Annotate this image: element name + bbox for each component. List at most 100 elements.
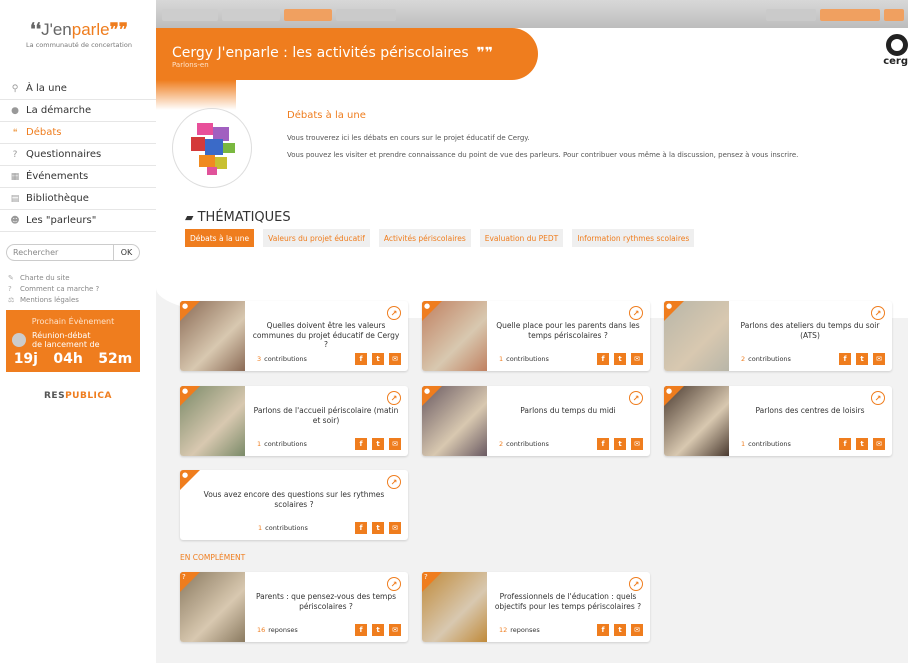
debate-card[interactable]: ● ↗ Vous avez encore des questions sur les… <box>180 470 408 540</box>
main-content: Cergy J'enparle : les activités périscol… <box>156 28 908 663</box>
count-label: reponses <box>510 626 540 634</box>
share-buttons: f t ✉ <box>834 438 885 450</box>
twitter-icon[interactable]: t <box>372 522 384 534</box>
debate-card[interactable]: ● ↗ Parlons du temps du midi 2 contributions… <box>422 386 650 456</box>
email-icon[interactable]: ✉ <box>631 624 643 636</box>
nav-item-parleurs[interactable]: ☻ Les "parleurs" <box>0 210 156 232</box>
debate-card[interactable]: ● ↗ Parlons de l'accueil périscolaire (mat… <box>180 386 408 456</box>
nav-item-bibliotheque[interactable]: ▤ Bibliothèque <box>0 188 156 210</box>
twitter-icon[interactable]: t <box>614 353 626 365</box>
nav-item-questionnaires[interactable]: ? Questionnaires <box>0 144 156 166</box>
facebook-icon[interactable]: f <box>597 624 609 636</box>
tab-information[interactable]: Information rythmes scolaires <box>572 229 695 247</box>
debates-illustration <box>172 108 252 188</box>
pencil-icon: ✎ <box>8 274 14 282</box>
open-arrow-icon[interactable]: ↗ <box>871 306 885 320</box>
tab-debats-a-la-une[interactable]: Débats à la une <box>185 229 255 247</box>
email-icon[interactable]: ✉ <box>631 438 643 450</box>
facebook-icon[interactable]: f <box>355 353 367 365</box>
email-icon[interactable]: ✉ <box>389 522 401 534</box>
debate-card[interactable]: ? ↗ Parents : que pensez-vous des temps pé… <box>180 572 408 642</box>
twitter-icon[interactable]: t <box>372 438 384 450</box>
card-title[interactable]: Parlons des centres de loisirs <box>736 406 884 416</box>
email-icon[interactable]: ✉ <box>873 353 885 365</box>
pin-icon: ⚲ <box>11 83 19 94</box>
search-button[interactable]: OK <box>113 245 139 260</box>
open-arrow-icon[interactable]: ↗ <box>387 391 401 405</box>
share-buttons: f t ✉ <box>592 624 643 636</box>
next-event[interactable]: Prochain Évènement Réunion-débat de lance… <box>6 310 140 372</box>
open-arrow-icon[interactable]: ↗ <box>387 306 401 320</box>
card-count: 16 reponses <box>257 626 298 634</box>
facebook-icon[interactable]: f <box>839 438 851 450</box>
top-bar-item[interactable] <box>820 9 880 21</box>
tab-valeurs[interactable]: Valeurs du projet éducatif <box>263 229 370 247</box>
email-icon[interactable]: ✉ <box>389 438 401 450</box>
twitter-icon[interactable]: t <box>614 438 626 450</box>
tab-evaluation[interactable]: Evaluation du PEDT <box>479 229 564 247</box>
debate-card[interactable]: ? ↗ Professionnels de l'éducation : quels … <box>422 572 650 642</box>
open-arrow-icon[interactable]: ↗ <box>387 577 401 591</box>
facebook-icon[interactable]: f <box>355 624 367 636</box>
chat-icon: ● <box>182 471 189 479</box>
tab-activites[interactable]: Activités périscolaires <box>378 229 471 247</box>
twitter-icon[interactable]: t <box>856 438 868 450</box>
share-buttons: f t ✉ <box>350 522 401 534</box>
debate-card[interactable]: ● ↗ Quelles doivent être les valeurs commu… <box>180 301 408 371</box>
card-title[interactable]: Professionnels de l'éducation : quels ob… <box>494 592 642 611</box>
chat-icon: ● <box>182 387 189 395</box>
twitter-icon[interactable]: t <box>856 353 868 365</box>
email-icon[interactable]: ✉ <box>389 353 401 365</box>
site-logo[interactable]: ❛❛J'enparle❞❞ La communauté de concertat… <box>20 20 138 49</box>
cergy-logo[interactable]: cerg <box>874 34 908 67</box>
nav-item-debats[interactable]: ❝ Débats <box>0 122 156 144</box>
share-buttons: f t ✉ <box>350 353 401 365</box>
facebook-icon[interactable]: f <box>597 353 609 365</box>
card-title[interactable]: Vous avez encore des questions sur les r… <box>188 490 400 509</box>
card-title[interactable]: Quelles doivent être les valeurs commune… <box>252 321 400 350</box>
card-title[interactable]: Parlons de l'accueil périscolaire (matin… <box>252 406 400 425</box>
facebook-icon[interactable]: f <box>839 353 851 365</box>
nav-item-a-la-une[interactable]: ⚲ À la une <box>0 78 156 100</box>
facebook-icon[interactable]: f <box>355 522 367 534</box>
debate-card[interactable]: ● ↗ Parlons des ateliers du temps du soir … <box>664 301 892 371</box>
top-bar-item[interactable] <box>766 9 816 21</box>
email-icon[interactable]: ✉ <box>873 438 885 450</box>
link-charte[interactable]: ✎ Charte du site <box>8 273 99 284</box>
debate-card[interactable]: ● ↗ Parlons des centres de loisirs 1 contrib… <box>664 386 892 456</box>
count-value: 3 <box>257 355 262 363</box>
help-icon: ? <box>8 285 12 293</box>
top-bar-item[interactable] <box>884 9 904 21</box>
card-title[interactable]: Parlons du temps du midi <box>494 406 642 416</box>
card-title[interactable]: Quelle place pour les parents dans les t… <box>494 321 642 340</box>
facebook-icon[interactable]: f <box>355 438 367 450</box>
top-bar-item[interactable] <box>336 9 396 21</box>
top-bar <box>156 0 908 28</box>
search-input[interactable]: Rechercher <box>7 248 113 257</box>
email-icon[interactable]: ✉ <box>389 624 401 636</box>
debate-card[interactable]: ● ↗ Quelle place pour les parents dans les… <box>422 301 650 371</box>
top-bar-item[interactable] <box>222 9 280 21</box>
open-arrow-icon[interactable]: ↗ <box>629 577 643 591</box>
card-count: 1 contributions <box>257 440 307 448</box>
facebook-icon[interactable]: f <box>597 438 609 450</box>
open-arrow-icon[interactable]: ↗ <box>387 475 401 489</box>
twitter-icon[interactable]: t <box>372 624 384 636</box>
top-bar-item[interactable] <box>162 9 218 21</box>
open-arrow-icon[interactable]: ↗ <box>629 306 643 320</box>
nav-item-evenements[interactable]: ▦ Événements <box>0 166 156 188</box>
nav-item-la-demarche[interactable]: ● La démarche <box>0 100 156 122</box>
top-bar-item[interactable] <box>284 9 332 21</box>
email-icon[interactable]: ✉ <box>631 353 643 365</box>
twitter-icon[interactable]: t <box>614 624 626 636</box>
nav-label: Débats <box>26 127 62 138</box>
page-subtitle: Parlons-en <box>172 61 209 69</box>
card-title[interactable]: Parlons des ateliers du temps du soir (A… <box>736 321 884 340</box>
twitter-icon[interactable]: t <box>372 353 384 365</box>
link-comment[interactable]: ? Comment ca marche ? <box>8 284 99 295</box>
link-mentions[interactable]: ⚖ Mentions légales <box>8 295 99 306</box>
open-arrow-icon[interactable]: ↗ <box>629 391 643 405</box>
respublica-logo[interactable]: RESPUBLICA <box>44 391 112 401</box>
card-title[interactable]: Parents : que pensez-vous des temps péri… <box>252 592 400 611</box>
open-arrow-icon[interactable]: ↗ <box>871 391 885 405</box>
